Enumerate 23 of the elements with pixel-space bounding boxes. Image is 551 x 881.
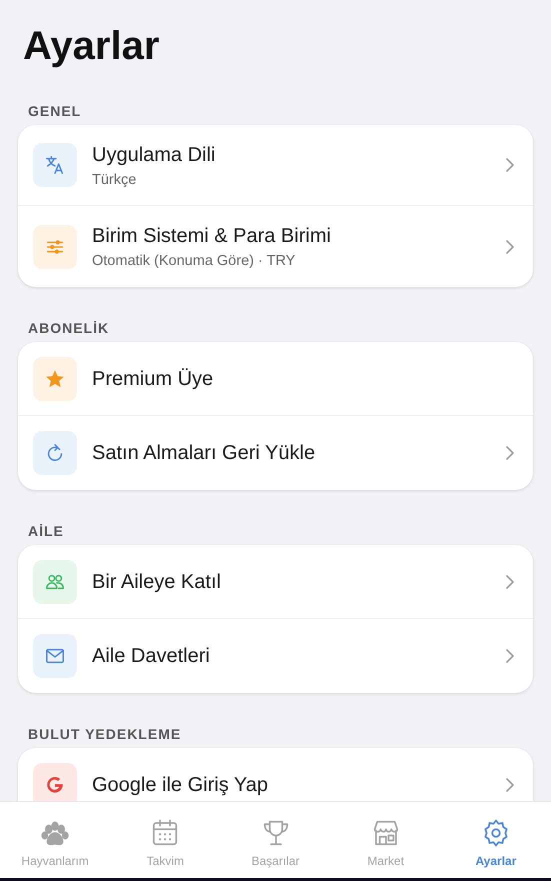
row-title: Google ile Giriş Yap — [92, 773, 270, 797]
settings-row[interactable]: Birim Sistemi & Para Birimi Otomatik (Konuma Göre) · TRY — [18, 206, 533, 287]
row-title: Aile Davetleri — [92, 644, 211, 668]
section-header: ABONELİK — [28, 320, 110, 336]
translate-icon — [44, 154, 66, 176]
section-header: BULUT YEDEKLEME — [28, 726, 182, 742]
settings-row[interactable]: Uygulama Dili Türkçe — [18, 125, 533, 206]
row-title: Uygulama Dili — [92, 142, 216, 166]
settings-row[interactable]: Google ile Giriş Yap — [18, 748, 533, 801]
row-subtitle: Türkçe — [92, 172, 138, 188]
section-header: GENEL — [28, 103, 82, 119]
row-title: Birim Sistemi & Para Birimi — [92, 224, 332, 248]
row-title: Bir Aileye Katıl — [92, 570, 222, 594]
row-title: Satın Almaları Geri Yükle — [92, 441, 316, 465]
settings-row[interactable]: Satın Almaları Geri Yükle — [18, 416, 533, 490]
settings-row[interactable]: Premium Üye — [18, 342, 533, 416]
tab-item[interactable]: Ayarlar — [440, 802, 551, 878]
row-title: Premium Üye — [92, 366, 214, 390]
section-header: AİLE — [28, 523, 65, 539]
page-title: Ayarlar — [23, 23, 160, 70]
settings-row[interactable]: Bir Aileye Katıl — [18, 545, 533, 619]
row-subtitle: Otomatik (Konuma Göre) · TRY — [92, 253, 296, 269]
settings-row[interactable]: Aile Davetleri — [18, 619, 533, 693]
